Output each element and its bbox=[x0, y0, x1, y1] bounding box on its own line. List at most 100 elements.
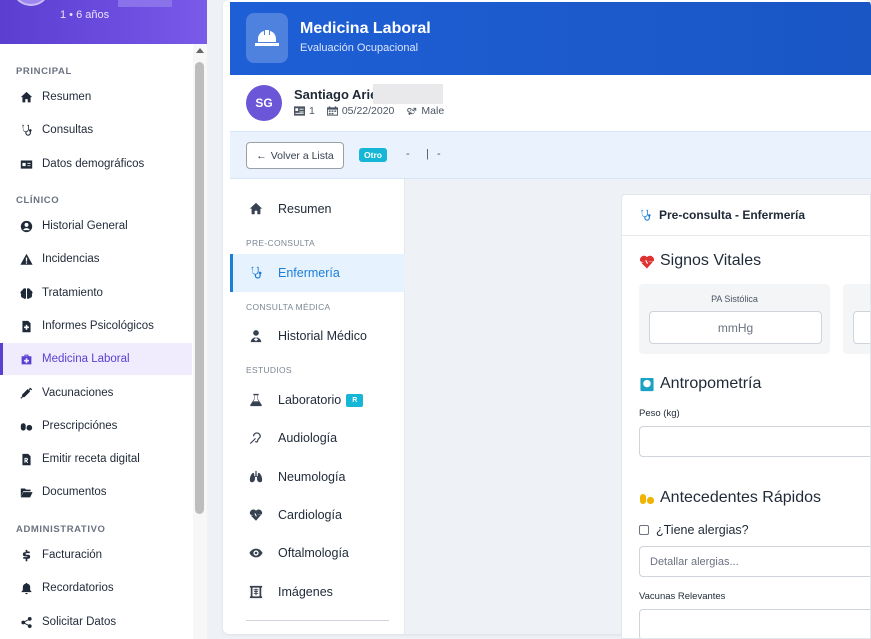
menu-item-facturacion[interactable]: Facturación bbox=[0, 539, 192, 571]
home-icon bbox=[18, 89, 34, 105]
vaccines-label: Vacunas Relevantes bbox=[639, 591, 726, 602]
pa-sistolica-input[interactable]: mmHg bbox=[649, 311, 822, 344]
lungs-icon bbox=[248, 469, 264, 485]
patient-info: SG Santiago Arie 1 05/22/2020 Male bbox=[230, 75, 871, 131]
patient-birthdate: 05/22/2020 bbox=[326, 105, 394, 117]
menu-section-clinico: CLÍNICO bbox=[16, 195, 60, 206]
sidebar-scroll-thumb[interactable] bbox=[195, 62, 204, 514]
back-to-list-button[interactable]: ← Volver a Lista bbox=[246, 142, 344, 169]
patient-meta: 1 05/22/2020 Male bbox=[294, 105, 444, 117]
menu-item-consultas[interactable]: Consultas bbox=[0, 114, 192, 146]
dollar-icon bbox=[18, 547, 34, 563]
id-card-icon bbox=[294, 106, 305, 116]
menu-item-documentos[interactable]: Documentos bbox=[0, 476, 192, 508]
menu-item-historial-general[interactable]: Historial General bbox=[0, 210, 192, 242]
info-placeholder-2: - bbox=[437, 148, 441, 160]
patient-gender: Male bbox=[406, 105, 444, 117]
heartbeat-icon bbox=[248, 507, 264, 523]
briefcase-medical-icon bbox=[18, 351, 34, 367]
menu-item-emitir-receta[interactable]: Emitir receta digital bbox=[0, 443, 192, 475]
main-menu: PRINCIPAL Resumen Consultas Datos demogr… bbox=[0, 44, 193, 639]
page-title: Medicina Laboral bbox=[300, 20, 431, 37]
profile-header: 1 • 6 años bbox=[0, 0, 207, 44]
calendar-icon bbox=[326, 106, 338, 116]
subnav-imagenes[interactable]: Imágenes bbox=[230, 573, 405, 611]
home-icon bbox=[248, 201, 264, 217]
redacted-surname bbox=[373, 84, 443, 104]
brain-icon bbox=[18, 285, 34, 301]
eye-icon bbox=[248, 545, 264, 561]
stethoscope-icon bbox=[18, 122, 34, 138]
menu-item-datos-demograficos[interactable]: Datos demográficos bbox=[0, 148, 192, 180]
scroll-up-icon[interactable] bbox=[196, 48, 204, 53]
profile-meta: 1 • 6 años bbox=[60, 9, 110, 21]
pills-icon bbox=[18, 418, 34, 434]
pa-sistolica-card: PA Sistólica mmHg bbox=[639, 284, 830, 354]
syringe-icon bbox=[18, 385, 34, 401]
pa-sistolica-label: PA Sistólica bbox=[711, 294, 758, 304]
type-badge: Otro bbox=[359, 148, 387, 162]
patient-name: Santiago Arie bbox=[294, 87, 378, 102]
lab-badge: R bbox=[346, 393, 364, 407]
next-vital-input[interactable] bbox=[853, 311, 870, 344]
page-header: Medicina Laboral Evaluación Ocupacional bbox=[230, 2, 871, 75]
x-ray-icon bbox=[248, 584, 264, 600]
subnav-neumologia[interactable]: Neumología bbox=[230, 458, 405, 496]
allergy-checkbox-row[interactable]: ¿Tiene alergias? bbox=[639, 523, 749, 537]
vitals-title: Signos Vitales bbox=[639, 252, 761, 270]
subnav-audiologia[interactable]: Audiología bbox=[230, 419, 405, 457]
menu-section-administrativo: ADMINISTRATIVO bbox=[16, 524, 106, 535]
preconsulta-panel: Pre-consulta - Enfermería Signos Vitales… bbox=[621, 194, 871, 639]
menu-item-vacunaciones[interactable]: Vacunaciones bbox=[0, 377, 192, 409]
file-medical-icon bbox=[18, 318, 34, 334]
avatar[interactable] bbox=[14, 0, 48, 6]
anthropometry-title: Antropometría bbox=[639, 375, 761, 393]
menu-item-resumen[interactable]: Resumen bbox=[0, 81, 192, 113]
subnav-divider bbox=[246, 620, 389, 621]
allergy-details-input[interactable]: Detallar alergias... bbox=[639, 546, 870, 577]
info-separator: | bbox=[426, 148, 429, 160]
menu-item-incidencias[interactable]: Incidencias bbox=[0, 243, 192, 275]
action-toolbar: ← Volver a Lista Otro - | - bbox=[230, 131, 871, 179]
evaluation-nav: Resumen PRE-CONSULTA Enfermería CONSULTA… bbox=[230, 179, 405, 634]
warning-icon bbox=[18, 251, 34, 267]
venus-mars-icon bbox=[407, 107, 417, 115]
subnav-enfermeria[interactable]: Enfermería bbox=[230, 254, 405, 292]
subnav-historial-medico[interactable]: Historial Médico bbox=[230, 317, 405, 355]
patient-id: 1 bbox=[294, 105, 315, 117]
subnav-section-preconsulta: PRE-CONSULTA bbox=[246, 238, 315, 248]
menu-item-tratamiento[interactable]: Tratamiento bbox=[0, 277, 192, 309]
vaccines-input[interactable] bbox=[639, 609, 870, 638]
menu-item-medicina-laboral[interactable]: Medicina Laboral bbox=[0, 343, 192, 375]
subnav-laboratorio[interactable]: Laboratorio R bbox=[230, 381, 405, 419]
heartbeat-icon bbox=[639, 255, 655, 268]
weight-input[interactable] bbox=[639, 426, 870, 457]
subnav-resumen[interactable]: Resumen bbox=[230, 190, 405, 228]
flask-icon bbox=[248, 392, 264, 408]
stethoscope-icon bbox=[641, 209, 651, 221]
menu-section-principal: PRINCIPAL bbox=[16, 66, 72, 77]
share-icon bbox=[18, 614, 34, 630]
history-title: Antecedentes Rápidos bbox=[639, 489, 821, 507]
subnav-section-consulta: CONSULTA MÉDICA bbox=[246, 302, 331, 312]
bell-icon bbox=[18, 580, 34, 596]
hard-hat-icon bbox=[246, 13, 288, 63]
next-vital-card bbox=[843, 284, 870, 354]
folder-open-icon bbox=[18, 484, 34, 500]
menu-item-solicitar-datos[interactable]: Solicitar Datos bbox=[0, 606, 192, 638]
subnav-oftalmologia[interactable]: Oftalmología bbox=[230, 534, 405, 572]
subnav-cardiologia[interactable]: Cardiología bbox=[230, 496, 405, 534]
stethoscope-icon bbox=[248, 265, 264, 281]
file-prescription-icon bbox=[18, 451, 34, 467]
info-placeholder-1: - bbox=[406, 148, 410, 160]
allergy-checkbox[interactable] bbox=[639, 525, 649, 535]
menu-item-recordatorios[interactable]: Recordatorios bbox=[0, 572, 192, 604]
deaf-icon bbox=[248, 430, 264, 446]
subnav-section-estudios: ESTUDIOS bbox=[246, 365, 292, 375]
weight-icon bbox=[640, 377, 654, 391]
weight-label: Peso (kg) bbox=[639, 408, 680, 419]
menu-item-prescripciones[interactable]: Prescripciónes bbox=[0, 410, 192, 442]
menu-item-informes-psicologicos[interactable]: Informes Psicológicos bbox=[0, 310, 192, 342]
arrow-left-icon: ← bbox=[256, 149, 267, 162]
user-md-icon bbox=[248, 328, 264, 344]
